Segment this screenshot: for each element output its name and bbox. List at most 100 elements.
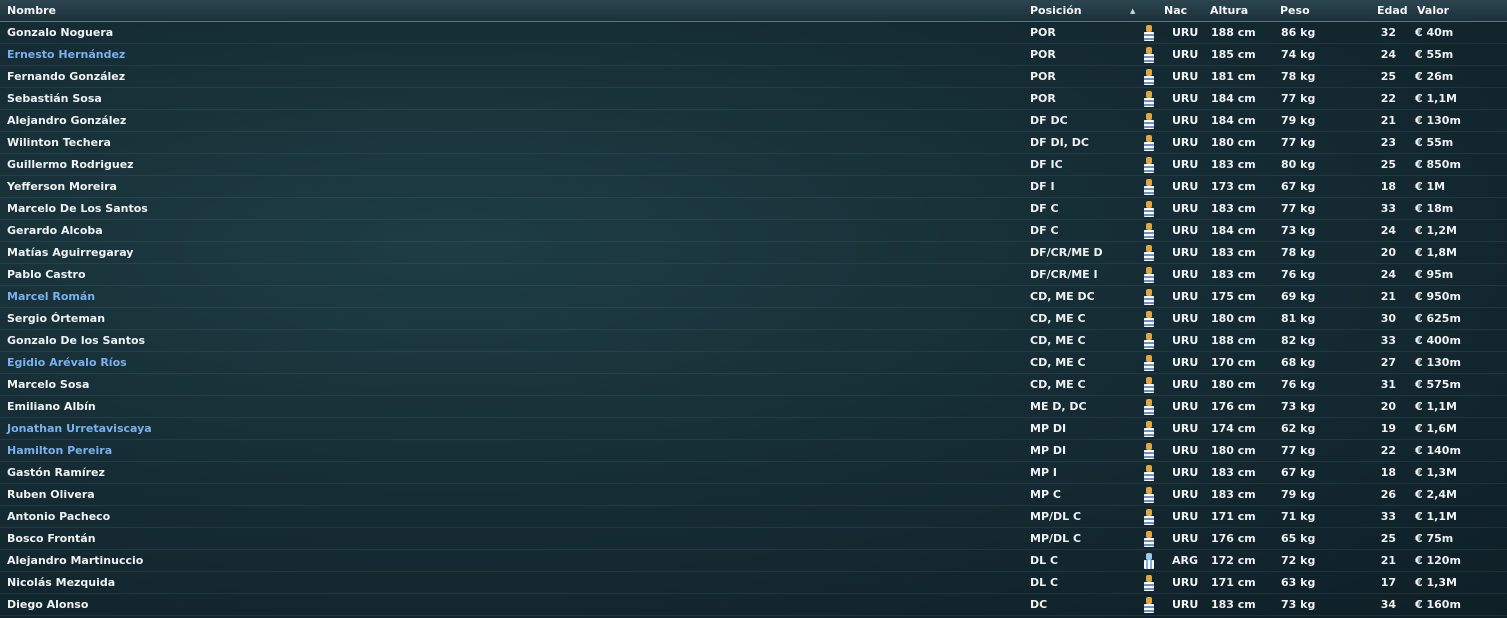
table-row[interactable]: Guillermo Rodriguez DF IC URU 183 cm 80 … (0, 154, 1507, 176)
player-value: € 55m (1415, 48, 1454, 61)
player-value: € 40m (1415, 26, 1454, 39)
table-row[interactable]: Yefferson Moreira DF I URU 173 cm 67 kg … (0, 176, 1507, 198)
uruguay-flag-icon (1141, 222, 1157, 240)
player-name[interactable]: Guillermo Rodriguez (7, 154, 134, 176)
player-name[interactable]: Marcelo Sosa (7, 374, 89, 396)
player-name[interactable]: Wilinton Techera (7, 132, 111, 154)
player-name[interactable]: Alejandro Martinuccio (7, 550, 143, 572)
table-row[interactable]: Gastón Ramírez MP I URU 183 cm 67 kg 18 … (0, 462, 1507, 484)
player-name[interactable]: Sebastián Sosa (7, 88, 102, 110)
table-row[interactable]: Alejandro González DF DC URU 184 cm 79 k… (0, 110, 1507, 132)
uruguay-flag-icon (1141, 178, 1157, 196)
player-name[interactable]: Diego Alonso (7, 594, 88, 616)
player-weight: 77 kg (1281, 92, 1316, 105)
table-row[interactable]: Gerardo Alcoba DF C URU 184 cm 73 kg 24 … (0, 220, 1507, 242)
table-row[interactable]: Jonathan Urretaviscaya MP DI URU 174 cm … (0, 418, 1507, 440)
player-name[interactable]: Matías Aguirregaray (7, 242, 133, 264)
table-row[interactable]: Emiliano Albín ME D, DC URU 176 cm 73 kg… (0, 396, 1507, 418)
player-height: 188 cm (1211, 26, 1256, 39)
table-row[interactable]: Gonzalo Noguera POR URU 188 cm 86 kg 32 … (0, 22, 1507, 44)
player-position: DL C (1030, 576, 1059, 589)
player-height: 170 cm (1211, 356, 1256, 369)
player-name[interactable]: Bosco Frontán (7, 528, 96, 550)
table-row[interactable]: Diego Alonso DC URU 183 cm 73 kg 34 € 16… (0, 594, 1507, 616)
player-weight: 82 kg (1281, 334, 1316, 347)
table-row[interactable]: Sebastián Sosa POR URU 184 cm 77 kg 22 €… (0, 88, 1507, 110)
table-row[interactable]: Alejandro Martinuccio DL C ARG 172 cm 72… (0, 550, 1507, 572)
player-position: POR (1030, 70, 1056, 83)
table-row[interactable]: Nicolás Mezquida DL C URU 171 cm 63 kg 1… (0, 572, 1507, 594)
player-position: MP DI (1030, 422, 1067, 435)
table-row[interactable]: Ernesto Hernández POR URU 185 cm 74 kg 2… (0, 44, 1507, 66)
column-header-value[interactable]: Valor (1417, 0, 1449, 22)
player-name[interactable]: Ruben Olivera (7, 484, 95, 506)
player-name[interactable]: Egidio Arévalo Ríos (7, 352, 127, 374)
player-name[interactable]: Alejandro González (7, 110, 126, 132)
player-value: € 1,6M (1415, 422, 1457, 435)
uruguay-flag-icon (1141, 420, 1157, 438)
player-name[interactable]: Yefferson Moreira (7, 176, 117, 198)
table-row[interactable]: Wilinton Techera DF DI, DC URU 180 cm 77… (0, 132, 1507, 154)
player-value: € 130m (1415, 114, 1461, 127)
player-value: € 2,4M (1415, 488, 1457, 501)
player-nationality: URU (1172, 26, 1199, 39)
table-row[interactable]: Antonio Pacheco MP/DL C URU 171 cm 71 kg… (0, 506, 1507, 528)
player-name[interactable]: Ernesto Hernández (7, 44, 125, 66)
table-row[interactable]: Marcel Román CD, ME DC URU 175 cm 69 kg … (0, 286, 1507, 308)
player-position: ME D, DC (1030, 400, 1087, 413)
column-header-weight[interactable]: Peso (1280, 0, 1310, 22)
table-row[interactable]: Fernando González POR URU 181 cm 78 kg 2… (0, 66, 1507, 88)
table-row[interactable]: Matías Aguirregaray DF/CR/ME D URU 183 c… (0, 242, 1507, 264)
player-name[interactable]: Fernando González (7, 66, 125, 88)
player-name[interactable]: Gonzalo Noguera (7, 22, 113, 44)
table-row[interactable]: Egidio Arévalo Ríos CD, ME C URU 170 cm … (0, 352, 1507, 374)
player-name[interactable]: Antonio Pacheco (7, 506, 110, 528)
table-row[interactable]: Marcelo Sosa CD, ME C URU 180 cm 76 kg 3… (0, 374, 1507, 396)
player-name[interactable]: Marcel Román (7, 286, 95, 308)
player-height: 171 cm (1211, 576, 1256, 589)
table-row[interactable]: Sergio Órteman CD, ME C URU 180 cm 81 kg… (0, 308, 1507, 330)
player-age: 24 (1380, 48, 1396, 61)
player-value: € 575m (1415, 378, 1461, 391)
column-header-height[interactable]: Altura (1210, 0, 1248, 22)
column-header-name[interactable]: Nombre (7, 0, 56, 22)
uruguay-flag-icon (1141, 134, 1157, 152)
player-name[interactable]: Emiliano Albín (7, 396, 96, 418)
player-name[interactable]: Marcelo De Los Santos (7, 198, 148, 220)
player-weight: 81 kg (1281, 312, 1316, 325)
player-name[interactable]: Gastón Ramírez (7, 462, 105, 484)
player-name[interactable]: Pablo Castro (7, 264, 86, 286)
player-weight: 76 kg (1281, 378, 1316, 391)
table-row[interactable]: Ruben Olivera MP C URU 183 cm 79 kg 26 €… (0, 484, 1507, 506)
player-height: 183 cm (1211, 598, 1256, 611)
player-position: CD, ME C (1030, 334, 1086, 347)
player-weight: 78 kg (1281, 246, 1316, 259)
table-row[interactable]: Pablo Castro DF/CR/ME I URU 183 cm 76 kg… (0, 264, 1507, 286)
player-height: 172 cm (1211, 554, 1256, 567)
player-nationality: URU (1172, 400, 1199, 413)
player-height: 183 cm (1211, 488, 1256, 501)
player-weight: 77 kg (1281, 136, 1316, 149)
player-name[interactable]: Sergio Órteman (7, 308, 105, 330)
column-header-age[interactable]: Edad (1377, 0, 1408, 22)
uruguay-flag-icon (1141, 596, 1157, 614)
player-name[interactable]: Jonathan Urretaviscaya (7, 418, 152, 440)
player-weight: 79 kg (1281, 488, 1316, 501)
table-row[interactable]: Bosco Frontán MP/DL C URU 176 cm 65 kg 2… (0, 528, 1507, 550)
player-nationality: URU (1172, 532, 1199, 545)
table-row[interactable]: Gonzalo De los Santos CD, ME C URU 188 c… (0, 330, 1507, 352)
player-name[interactable]: Gonzalo De los Santos (7, 330, 145, 352)
player-name[interactable]: Gerardo Alcoba (7, 220, 103, 242)
column-header-position[interactable]: Posición (1030, 0, 1082, 22)
player-name[interactable]: Hamilton Pereira (7, 440, 112, 462)
player-nationality: URU (1172, 576, 1199, 589)
column-header-nationality[interactable]: Nac (1164, 0, 1187, 22)
uruguay-flag-icon (1141, 332, 1157, 350)
uruguay-flag-icon (1141, 266, 1157, 284)
player-name[interactable]: Nicolás Mezquida (7, 572, 115, 594)
uruguay-flag-icon (1141, 376, 1157, 394)
player-nationality: URU (1172, 48, 1199, 61)
player-height: 176 cm (1211, 532, 1256, 545)
table-row[interactable]: Hamilton Pereira MP DI URU 180 cm 77 kg … (0, 440, 1507, 462)
table-row[interactable]: Marcelo De Los Santos DF C URU 183 cm 77… (0, 198, 1507, 220)
